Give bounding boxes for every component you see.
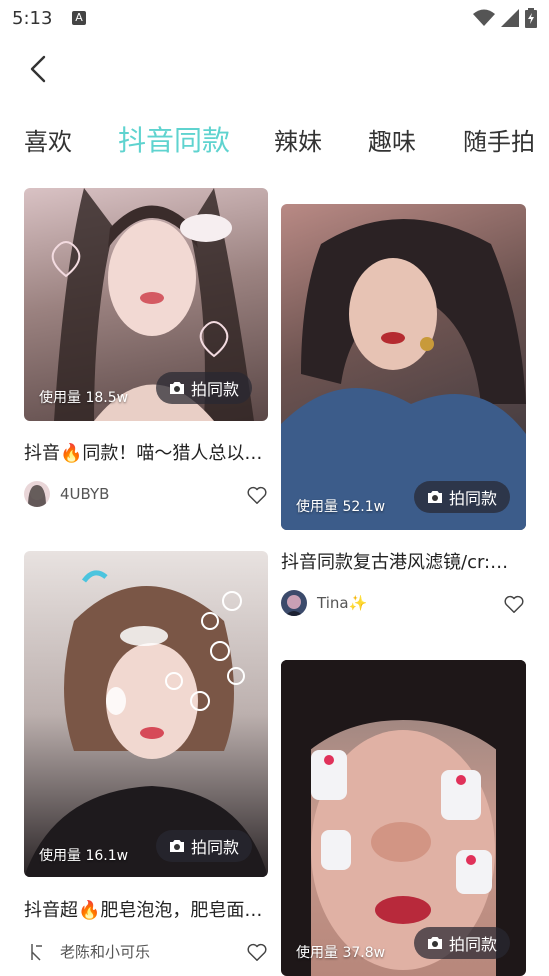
- card-title[interactable]: 抖音🔥同款！喵～猎人总以…: [24, 439, 268, 465]
- filter-preview-image[interactable]: 使用量 18.5w 拍同款: [24, 188, 268, 421]
- avatar: [281, 590, 307, 616]
- usage-count: 使用量 16.1w: [39, 848, 129, 864]
- shoot-same-label: 拍同款: [190, 838, 239, 857]
- avatar: [24, 481, 50, 507]
- filter-preview-image[interactable]: 使用量 16.1w 拍同款: [24, 551, 268, 877]
- camera-icon: [169, 840, 184, 852]
- filter-feed: 使用量 18.5w 拍同款 抖音🔥同款！喵～猎人总以… 4UBYB 使用量 16…: [0, 188, 549, 976]
- battery-icon: [525, 8, 537, 28]
- author-row[interactable]: Tina✨: [281, 590, 367, 616]
- shoot-same-label: 拍同款: [448, 489, 497, 508]
- signal-icon: [501, 9, 519, 27]
- usage-count: 使用量 18.5w: [39, 390, 129, 406]
- tab-casual-shot[interactable]: 随手拍: [463, 122, 535, 157]
- camera-icon: [169, 382, 184, 394]
- author-row[interactable]: 4UBYB: [24, 481, 109, 507]
- card-title[interactable]: 抖音同款复古港风滤镜/cr:…: [281, 548, 526, 574]
- heart-icon[interactable]: [503, 593, 525, 615]
- tab-douyin-same[interactable]: 抖音同款: [118, 119, 230, 159]
- author-name: 4UBYB: [60, 485, 110, 503]
- usage-count: 使用量 52.1w: [296, 499, 386, 515]
- author-name: 老陈和小可乐: [60, 942, 151, 961]
- filter-preview-image[interactable]: 使用量 52.1w 拍同款: [281, 204, 526, 530]
- camera-icon: [427, 491, 442, 503]
- status-time: 5:13: [12, 8, 53, 29]
- category-tabs: 喜欢 抖音同款 辣妹 趣味 随手拍: [0, 122, 549, 172]
- tab-likes[interactable]: 喜欢: [24, 122, 72, 157]
- heart-icon[interactable]: [246, 941, 268, 963]
- shoot-same-label: 拍同款: [190, 380, 239, 399]
- author-name: Tina✨: [317, 594, 368, 612]
- shoot-same-button[interactable]: 拍同款: [414, 481, 510, 513]
- author-row[interactable]: 老陈和小可乐: [24, 938, 150, 964]
- avatar: [24, 938, 50, 964]
- tab-fun[interactable]: 趣味: [368, 122, 416, 157]
- filter-preview-image[interactable]: 使用量 37.8w 拍同款: [281, 660, 526, 976]
- shoot-same-button[interactable]: 拍同款: [156, 372, 252, 404]
- shoot-same-button[interactable]: 拍同款: [156, 830, 252, 862]
- back-icon[interactable]: [22, 52, 56, 86]
- card-title[interactable]: 抖音超🔥肥皂泡泡，肥皂面…: [24, 896, 268, 922]
- portrait-illustration: [24, 570, 268, 877]
- status-bar: 5:13 A: [0, 0, 549, 38]
- tab-hot-girl[interactable]: 辣妹: [274, 122, 322, 157]
- usage-count: 使用量 37.8w: [296, 945, 386, 961]
- shoot-same-label: 拍同款: [448, 935, 497, 954]
- notification-icon: A: [72, 11, 86, 25]
- heart-icon[interactable]: [246, 484, 268, 506]
- wifi-icon: [473, 9, 495, 26]
- camera-icon: [427, 937, 442, 949]
- status-icons: [473, 8, 537, 28]
- shoot-same-button[interactable]: 拍同款: [414, 927, 510, 959]
